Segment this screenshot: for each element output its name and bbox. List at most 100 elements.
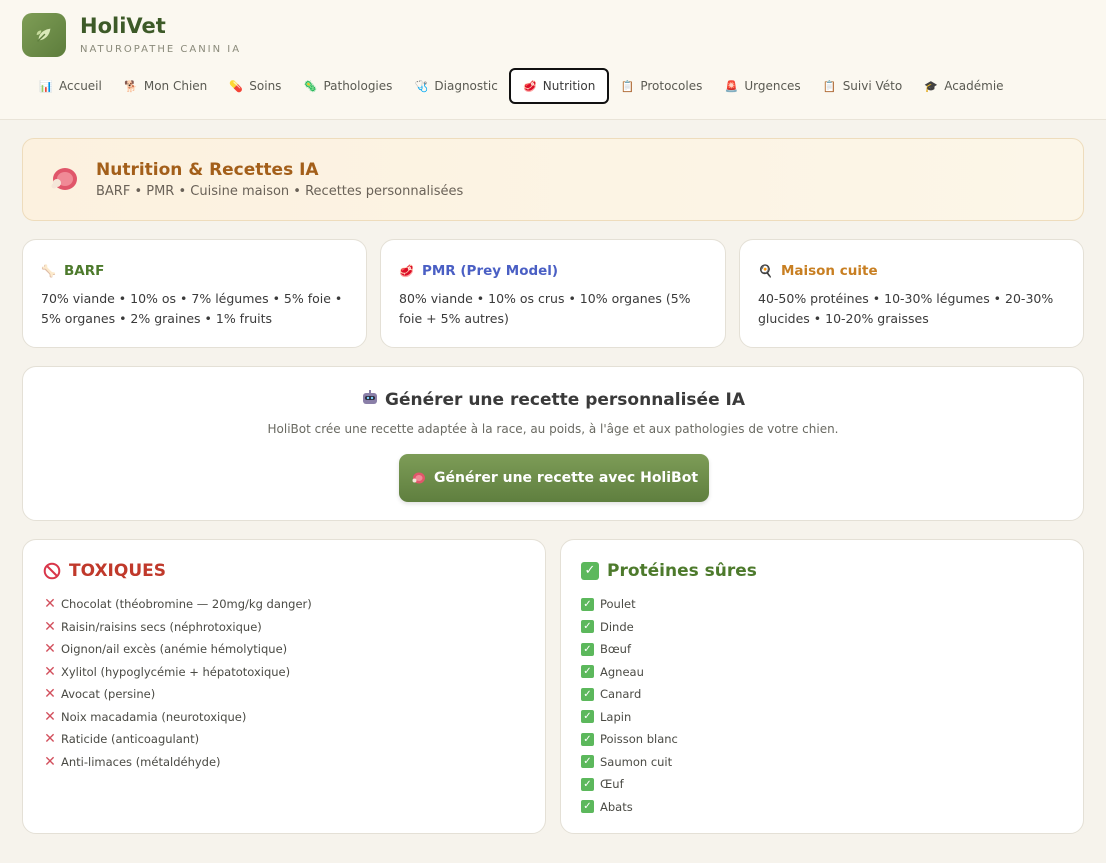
list-item: ✕ Avocat (persine) (43, 683, 312, 706)
pill-icon: 💊 (229, 79, 244, 93)
chart-icon: 📊 (39, 79, 53, 93)
generate-recipe-label: Générer une recette avec HoliBot (433, 470, 699, 486)
check-icon: ✓ (581, 755, 594, 769)
logo[interactable] (22, 13, 66, 57)
list-item: ✓ Saumon cuit (581, 751, 678, 774)
leaf-logo-icon (36, 28, 51, 42)
nav-item-soins[interactable]: 💊 Soins (218, 68, 292, 104)
brand-title: HoliVet (80, 14, 166, 38)
nav-label: Mon Chien (143, 79, 208, 93)
clipboard-icon: 📋 (822, 79, 837, 93)
nav-label: Académie (944, 79, 1004, 93)
app-header: HoliVet NATUROPATHE CANIN IA 📊 Accueil 🐕… (0, 0, 1106, 120)
list-item-label: Noix macadamia (neurotoxique) (61, 709, 247, 724)
nav-item-accueil[interactable]: 📊 Accueil (28, 68, 113, 104)
list-item-label: Chocolat (théobromine — 20mg/kg danger) (61, 597, 312, 612)
nav-item-pathologies[interactable]: 🦠 Pathologies (292, 68, 403, 104)
list-item: ✓ Agneau (581, 661, 678, 684)
nav-item-urgences[interactable]: 🚨 Urgences (713, 68, 811, 104)
microbe-icon: 🦠 (303, 79, 318, 93)
cross-icon: ✕ (44, 596, 56, 613)
diet-card-maison-cuite: 🍳 Maison cuite 40-50% protéines • 10-30%… (739, 239, 1084, 348)
list-item-label: Raticide (anticoagulant) (61, 732, 200, 747)
list-item: ✕ Raisin/raisins secs (néphrotoxique) (43, 616, 312, 639)
brand-subtitle: NATUROPATHE CANIN IA (80, 44, 242, 55)
check-icon: ✓ (581, 665, 594, 679)
robot-icon (363, 390, 377, 404)
toxic-list: ✕ Chocolat (théobromine — 20mg/kg danger)… (43, 593, 312, 773)
check-icon: ✓ (581, 597, 594, 611)
safe-proteins-card: ✓ Protéines sûres ✓ Poulet ✓ Dinde ✓ Bœuf ✓… (560, 539, 1084, 834)
diet-description: 40-50% protéines • 10-30% légumes • 20-3… (758, 291, 1054, 326)
check-box-icon: ✓ (581, 562, 599, 580)
nav-label: Pathologies (323, 79, 393, 93)
diet-description: 80% viande • 10% os crus • 10% organes (… (399, 291, 691, 326)
list-item-label: Xylitol (hypoglycémie + hépatotoxique) (61, 664, 291, 679)
meat-icon: 🥩 (522, 79, 537, 93)
nav-label: Soins (249, 79, 282, 93)
list-item: ✓ Abats (581, 796, 678, 819)
nav-label: Nutrition (542, 79, 596, 93)
section-banner: Nutrition & Recettes IA BARF • PMR • Cui… (22, 138, 1084, 221)
meat-icon: 🥩 (399, 264, 414, 278)
graduation-cap-icon: 🎓 (924, 79, 939, 93)
check-icon: ✓ (581, 732, 594, 746)
check-icon: ✓ (581, 620, 594, 634)
toxic-title-label: TOXIQUES (69, 561, 166, 581)
list-item: ✕ Noix macadamia (neurotoxique) (43, 706, 312, 729)
toxic-title: TOXIQUES (43, 561, 166, 581)
list-item-label: Canard (600, 687, 642, 702)
nav-item-protocoles[interactable]: 📋 Protocoles (609, 68, 713, 104)
list-item-label: Raisin/raisins secs (néphrotoxique) (61, 619, 262, 634)
list-item-label: Avocat (persine) (61, 687, 156, 702)
cross-icon: ✕ (44, 641, 56, 658)
check-icon: ✓ (581, 777, 594, 791)
nav-item-academie[interactable]: 🎓 Académie (913, 68, 1014, 104)
nav-label: Suivi Véto (842, 79, 903, 93)
nav-item-nutrition[interactable]: 🥩 Nutrition (508, 68, 610, 104)
diet-card-barf: 🦴 BARF 70% viande • 10% os • 7% légumes … (22, 239, 367, 348)
list-item: ✓ Canard (581, 683, 678, 706)
list-item-label: Bœuf (600, 642, 631, 657)
section-title: Nutrition & Recettes IA (96, 160, 319, 180)
diet-title-label: PMR (Prey Model) (421, 263, 559, 279)
nav-item-mon-chien[interactable]: 🐕 Mon Chien (113, 68, 218, 104)
stethoscope-icon: 🩺 (414, 79, 429, 93)
check-icon: ✓ (581, 710, 594, 724)
diet-title: 🥩 PMR (Prey Model) (399, 263, 558, 279)
diet-card-pmr: 🥩 PMR (Prey Model) 80% viande • 10% os c… (380, 239, 726, 348)
safe-title-label: Protéines sûres (607, 561, 757, 581)
cross-icon: ✕ (44, 753, 56, 770)
list-item: ✓ Poulet (581, 593, 678, 616)
check-icon: ✓ (581, 800, 594, 814)
list-item-label: Anti-limaces (métaldéhyde) (61, 754, 221, 769)
cross-icon: ✕ (44, 731, 56, 748)
list-item-label: Lapin (600, 709, 632, 724)
list-item-label: Saumon cuit (600, 754, 673, 769)
check-icon: ✓ (581, 642, 594, 656)
generate-recipe-button[interactable]: Générer une recette avec HoliBot (399, 454, 709, 502)
diet-title-label: Maison cuite (780, 263, 878, 279)
check-icon: ✓ (581, 687, 594, 701)
toxic-foods-card: TOXIQUES ✕ Chocolat (théobromine — 20mg/k… (22, 539, 546, 834)
list-item: ✕ Oignon/ail excès (anémie hémolytique) (43, 638, 312, 661)
recipe-generator-card: Générer une recette personnalisée IA Hol… (22, 366, 1084, 521)
clipboard-icon: 📋 (620, 79, 635, 93)
cross-icon: ✕ (44, 708, 56, 725)
nav-label: Accueil (59, 79, 102, 93)
generator-title-label: Générer une recette personnalisée IA (385, 390, 745, 410)
diet-title: 🦴 BARF (41, 263, 104, 279)
list-item-label: Abats (600, 799, 633, 814)
main-nav: 📊 Accueil 🐕 Mon Chien 💊 Soins 🦠 Patholog… (28, 68, 1015, 104)
list-item-label: Poisson blanc (600, 732, 678, 747)
list-item: ✕ Anti-limaces (métaldéhyde) (43, 751, 312, 774)
generator-title: Générer une recette personnalisée IA (23, 389, 1083, 410)
prohibited-icon (43, 562, 61, 580)
diet-title: 🍳 Maison cuite (758, 263, 878, 279)
meat-icon (412, 472, 425, 484)
nav-item-suivi-veto[interactable]: 📋 Suivi Véto (812, 68, 914, 104)
nav-label: Protocoles (640, 79, 703, 93)
list-item-label: Œuf (600, 777, 624, 792)
diet-title-label: BARF (63, 263, 105, 279)
nav-item-diagnostic[interactable]: 🩺 Diagnostic (403, 68, 508, 104)
